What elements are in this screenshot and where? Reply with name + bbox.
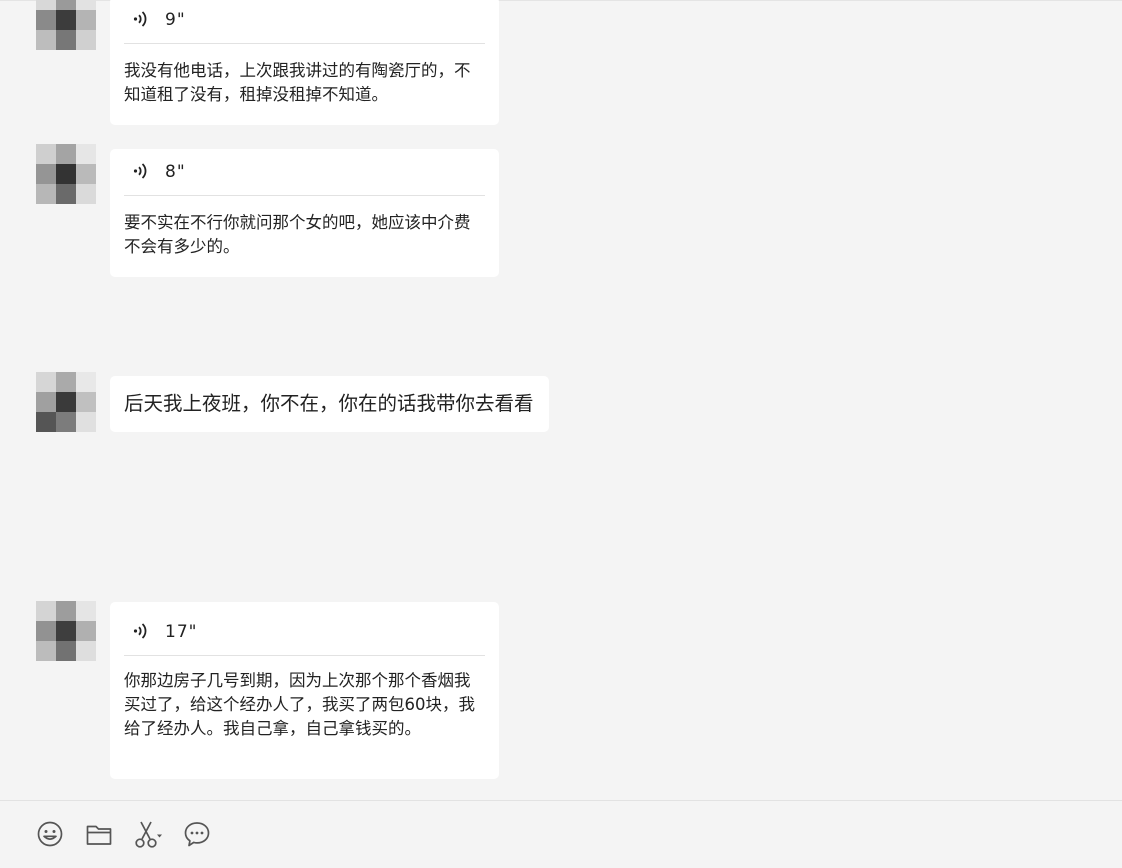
voice-play-icon[interactable]	[132, 621, 152, 641]
voice-message-bubble[interactable]: 9" 我没有他电话，上次跟我讲过的有陶瓷厅的，不知道租了没有，租掉没租掉不知道。	[110, 0, 499, 125]
voice-transcript: 你那边房子几号到期，因为上次那个那个香烟我买过了，给这个经办人了，我买了两包60…	[124, 671, 475, 738]
chat-message-area[interactable]: 9" 我没有他电话，上次跟我讲过的有陶瓷厅的，不知道租了没有，租掉没租掉不知道。…	[0, 0, 1122, 801]
voice-play-row[interactable]: 9"	[124, 0, 485, 44]
voice-message-bubble[interactable]: 8" 要不实在不行你就问那个女的吧，她应该中介费不会有多少的。	[110, 149, 499, 277]
voice-transcript: 我没有他电话，上次跟我讲过的有陶瓷厅的，不知道租了没有，租掉没租掉不知道。	[124, 61, 471, 104]
voice-duration: 8"	[165, 162, 186, 182]
voice-play-row[interactable]: 17"	[124, 609, 485, 656]
avatar[interactable]	[36, 372, 96, 432]
avatar[interactable]	[36, 601, 96, 661]
voice-duration: 17"	[165, 622, 198, 642]
avatar[interactable]	[36, 144, 96, 204]
voice-transcript: 要不实在不行你就问那个女的吧，她应该中介费不会有多少的。	[124, 213, 471, 256]
folder-icon[interactable]	[84, 819, 114, 849]
voice-play-icon[interactable]	[132, 9, 152, 29]
chat-history-icon[interactable]	[182, 819, 212, 849]
emoji-icon[interactable]	[35, 819, 65, 849]
input-toolbar	[0, 800, 1122, 868]
voice-message-bubble[interactable]: 17" 你那边房子几号到期，因为上次那个那个香烟我买过了，给这个经办人了，我买了…	[110, 602, 499, 779]
avatar[interactable]	[36, 0, 96, 50]
voice-play-row[interactable]: 8"	[124, 149, 485, 196]
scissors-icon[interactable]	[133, 819, 163, 849]
voice-play-icon[interactable]	[132, 161, 152, 181]
text-message-bubble[interactable]: 后天我上夜班，你不在，你在的话我带你去看看	[110, 376, 549, 432]
voice-duration: 9"	[165, 10, 186, 30]
